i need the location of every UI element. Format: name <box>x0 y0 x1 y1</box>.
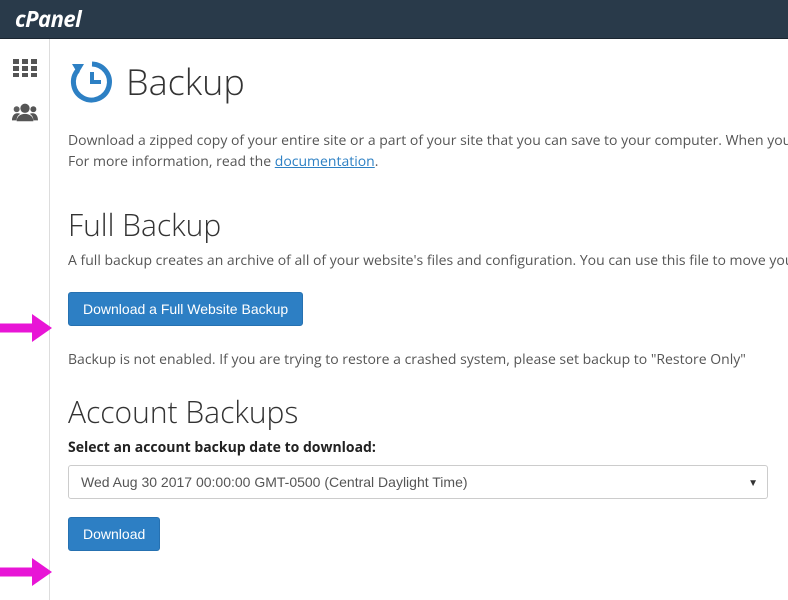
backup-date-label: Select an account backup date to downloa… <box>68 438 768 457</box>
documentation-link[interactable]: documentation <box>275 152 375 171</box>
main-content: Backup Download a zipped copy of your en… <box>50 39 788 600</box>
download-full-backup-button[interactable]: Download a Full Website Backup <box>68 292 303 326</box>
account-backups-heading: Account Backups <box>68 391 768 432</box>
intro-line2-suffix: . <box>375 152 379 171</box>
intro-line2-prefix: For more information, read the <box>68 152 275 171</box>
backup-icon <box>68 58 116 106</box>
top-bar: cPanel <box>0 0 788 39</box>
full-backup-heading: Full Backup <box>68 204 768 245</box>
page-title: Backup <box>126 57 245 106</box>
backup-date-select-wrap: Wed Aug 30 2017 00:00:00 GMT-0500 (Centr… <box>68 465 768 499</box>
intro-line1: Download a zipped copy of your entire si… <box>68 131 788 150</box>
container: Backup Download a zipped copy of your en… <box>0 39 788 600</box>
backup-warning-text: Backup is not enabled. If you are trying… <box>68 350 768 369</box>
download-button[interactable]: Download <box>68 517 160 551</box>
users-icon[interactable] <box>12 101 38 123</box>
intro-text: Download a zipped copy of your entire si… <box>68 130 768 172</box>
full-backup-description: A full backup creates an archive of all … <box>68 251 768 270</box>
backup-date-select[interactable]: Wed Aug 30 2017 00:00:00 GMT-0500 (Centr… <box>68 465 768 499</box>
cpanel-logo: cPanel <box>15 4 81 34</box>
grid-icon[interactable] <box>12 57 38 79</box>
sidebar <box>0 39 50 600</box>
page-header: Backup <box>68 57 768 106</box>
